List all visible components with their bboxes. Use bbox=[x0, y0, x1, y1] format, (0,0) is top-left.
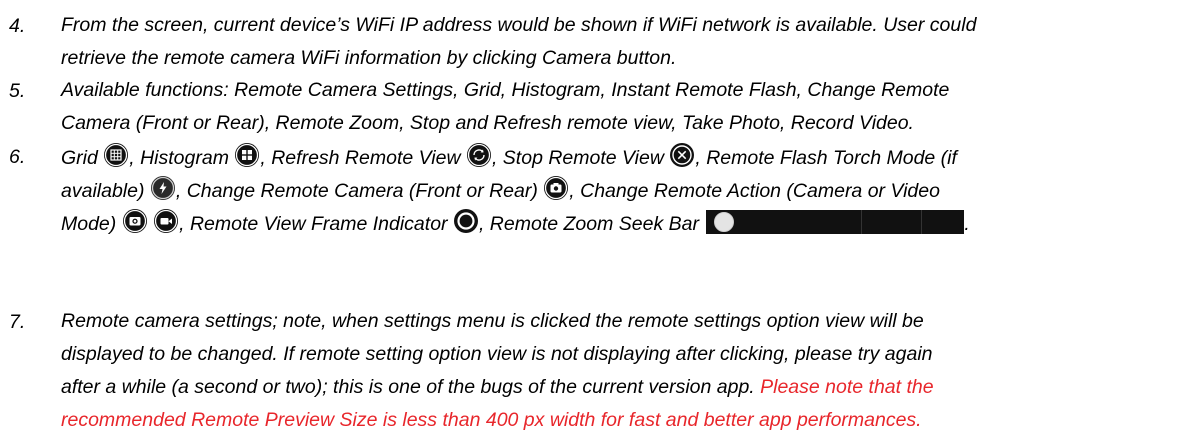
change-camera-label: , Change Remote Camera (Front or Rear) bbox=[175, 180, 538, 202]
camera-mode-icon[interactable] bbox=[122, 209, 147, 233]
video-mode-icon[interactable] bbox=[154, 209, 179, 233]
flash-label: , Remote Flash Torch Mode (if bbox=[695, 147, 957, 169]
refresh-label: , Refresh Remote View bbox=[260, 147, 461, 169]
item-4-line-2: retrieve the remote camera WiFi informat… bbox=[61, 47, 677, 69]
zoom-seek-bar[interactable] bbox=[706, 210, 965, 234]
list-number: 5. bbox=[9, 80, 26, 102]
grid-label: Grid bbox=[61, 147, 98, 169]
item-5-line-2: Camera (Front or Rear), Remote Zoom, Sto… bbox=[61, 112, 914, 134]
item-6-line-2: available) , Change Remote Camera (Front… bbox=[61, 176, 940, 204]
refresh-icon[interactable] bbox=[466, 143, 491, 167]
list-number: 6. bbox=[9, 146, 26, 168]
frame-indicator-icon bbox=[453, 209, 478, 233]
item-7-line-3: after a while (a second or two); this is… bbox=[61, 374, 934, 400]
mode-label: Mode) bbox=[61, 213, 117, 235]
list-number: 4. bbox=[9, 15, 26, 37]
flash-label-cont: available) bbox=[61, 180, 145, 202]
item-5-line-1: Available functions: Remote Camera Setti… bbox=[61, 79, 950, 101]
flash-torch-icon[interactable] bbox=[150, 176, 175, 200]
stop-label: , Stop Remote View bbox=[491, 147, 664, 169]
list-number: 7. bbox=[9, 311, 26, 333]
seek-divider bbox=[861, 210, 863, 234]
item-7-line-2: displayed to be changed. If remote setti… bbox=[61, 343, 933, 365]
recommendation-note-cont: recommended Remote Preview Size is less … bbox=[61, 409, 922, 431]
seek-divider bbox=[921, 210, 923, 234]
switch-camera-icon[interactable] bbox=[544, 176, 569, 200]
zoom-seek-label: , Remote Zoom Seek Bar bbox=[478, 213, 699, 235]
item-7-line-1: Remote camera settings; note, when setti… bbox=[61, 310, 924, 332]
histogram-label: , Histogram bbox=[129, 147, 229, 169]
zoom-seek-knob[interactable] bbox=[714, 212, 735, 232]
change-action-label: , Change Remote Action (Camera or Video bbox=[569, 180, 940, 202]
item-6-line-3: Mode) , Remote View Frame Indicator , Re… bbox=[61, 209, 970, 237]
stop-icon[interactable] bbox=[670, 143, 695, 167]
item-7-line-3-text: after a while (a second or two); this is… bbox=[61, 376, 761, 398]
grid-icon[interactable] bbox=[104, 143, 129, 167]
item-6-line-1: Grid , Histogram , Refresh Remote View ,… bbox=[61, 143, 957, 171]
recommendation-note: Please note that the bbox=[760, 376, 934, 398]
document-page: 4. From the screen, current device’s WiF… bbox=[0, 0, 1197, 447]
frame-indicator-label: , Remote View Frame Indicator bbox=[179, 213, 448, 235]
item-4-line-1: From the screen, current device’s WiFi I… bbox=[61, 14, 977, 36]
histogram-icon[interactable] bbox=[235, 143, 260, 167]
item-6-end: . bbox=[964, 213, 970, 235]
